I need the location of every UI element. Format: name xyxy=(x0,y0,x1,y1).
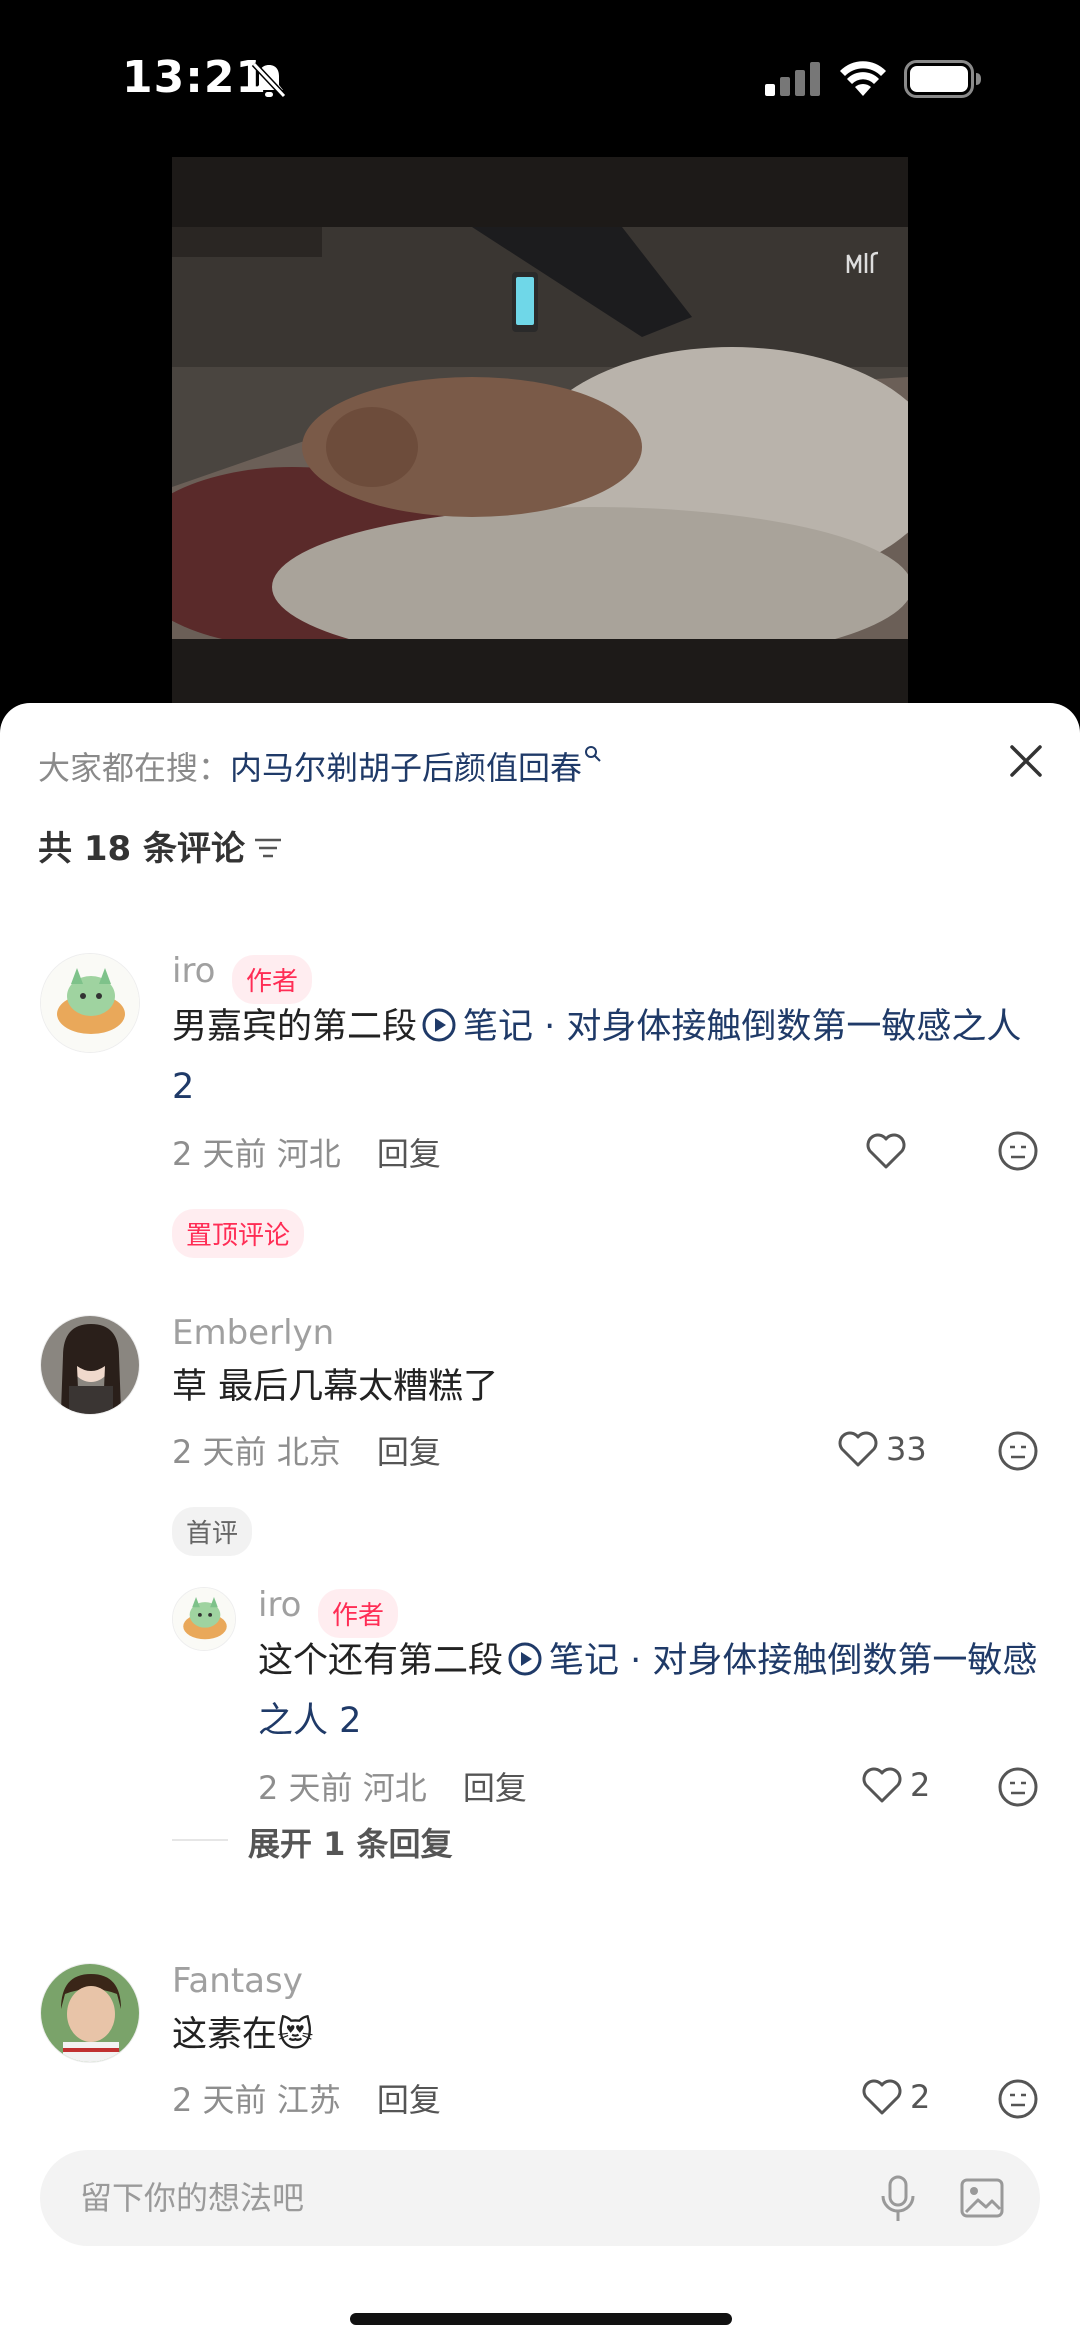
wifi-icon xyxy=(840,61,886,96)
comment-count-label: 共 18 条评论 xyxy=(38,829,245,869)
reply-username[interactable]: iro xyxy=(258,1585,301,1625)
comment-count: 共 18 条评论 xyxy=(38,821,283,870)
play-circle-icon xyxy=(508,1642,542,1676)
avatar-cartoon-icon xyxy=(41,954,139,1052)
avatar-photo xyxy=(41,1316,139,1414)
reply-location: 河北 xyxy=(362,1769,427,1807)
avatar[interactable] xyxy=(40,953,140,1053)
comment-location: 江苏 xyxy=(276,2081,341,2119)
comment-location: 河北 xyxy=(276,1135,341,1173)
video-letterbox-top xyxy=(172,157,908,227)
avatar-cartoon-icon xyxy=(173,1588,235,1650)
comment-meta: 2 天前 北京 回复 xyxy=(172,1427,441,1473)
heart-icon xyxy=(866,1133,906,1169)
search-suggestion[interactable]: 大家都在搜：内马尔剃胡子后颜值回春 xyxy=(38,743,602,789)
reply-body: 这个还有第二段 xyxy=(258,1641,504,1681)
video-letterbox-bottom xyxy=(172,639,908,705)
comment-body: 男嘉宾的第二段 xyxy=(172,1007,418,1047)
expand-replies-button[interactable]: 展开 1 条回复 xyxy=(248,1819,453,1865)
reply-time: 2 天前 xyxy=(258,1769,353,1807)
reply-button[interactable]: 回复 xyxy=(377,1135,441,1173)
like-button[interactable]: 33 xyxy=(836,1427,927,1471)
neutral-face-icon[interactable] xyxy=(996,1429,1040,1473)
heart-icon xyxy=(862,1767,902,1803)
comment-username[interactable]: Fantasy xyxy=(172,1961,303,2001)
like-button[interactable]: 2 xyxy=(860,2075,930,2119)
neutral-face-icon[interactable] xyxy=(996,1765,1040,1809)
comment-meta: 2 天前 河北 回复 xyxy=(172,1129,441,1175)
like-count: 2 xyxy=(910,1766,931,1804)
comment-text: 男嘉宾的第二段 笔记 · 对身体接触倒数第一敏感之人 2 xyxy=(172,997,1052,1117)
first-comment-tag: 首评 xyxy=(172,1507,253,1556)
close-icon[interactable] xyxy=(1004,739,1048,783)
comment-meta: 2 天前 江苏 回复 xyxy=(172,2075,441,2121)
like-button[interactable]: 2 xyxy=(860,1763,930,1807)
like-count: 33 xyxy=(886,1430,927,1468)
comment-body: 草 最后几幕太糟糕了 xyxy=(172,1367,499,1407)
heart-icon xyxy=(838,1431,878,1467)
comment-input-bar xyxy=(0,2120,1080,2347)
expand-divider xyxy=(172,1839,228,1841)
microphone-icon[interactable] xyxy=(876,2174,920,2224)
search-suggestion-term[interactable]: 内马尔剃胡子后颜值回春 xyxy=(230,749,582,787)
comments-sheet: 大家都在搜：内马尔剃胡子后颜值回春 共 18 条评论 iro 作者 男嘉宾的第二… xyxy=(0,703,1080,2347)
comment-username[interactable]: Emberlyn xyxy=(172,1313,334,1353)
video-watermark-icon xyxy=(846,251,879,273)
heart-icon xyxy=(862,2079,902,2115)
play-circle-icon xyxy=(422,1008,456,1042)
comment-username[interactable]: iro xyxy=(172,951,215,991)
like-count: 2 xyxy=(910,2078,931,2116)
reply-button[interactable]: 回复 xyxy=(463,1769,527,1807)
search-icon xyxy=(585,746,601,762)
status-bar: 13:21 xyxy=(0,0,1080,150)
reply-meta: 2 天前 河北 回复 xyxy=(258,1763,527,1809)
search-suggestion-prefix: 大家都在搜： xyxy=(38,749,231,787)
pinned-comment-tag: 置顶评论 xyxy=(172,1209,305,1258)
avatar[interactable] xyxy=(172,1587,236,1651)
home-indicator[interactable] xyxy=(350,2313,732,2325)
video-player[interactable] xyxy=(172,157,908,705)
neutral-face-icon[interactable] xyxy=(996,2077,1040,2121)
comment-time: 2 天前 xyxy=(172,2081,267,2119)
reply-text: 这个还有第二段 笔记 · 对身体接触倒数第一敏感之人 2 xyxy=(258,1631,1058,1751)
avatar-photo xyxy=(41,1964,139,2062)
comment-text: 草 最后几幕太糟糕了 xyxy=(172,1357,1052,1417)
image-icon[interactable] xyxy=(958,2174,1006,2222)
reply-button[interactable]: 回复 xyxy=(377,2081,441,2119)
comment-time: 2 天前 xyxy=(172,1135,267,1173)
battery-icon xyxy=(904,60,981,98)
comment-body: 这素在😻 xyxy=(172,2015,314,2055)
comment-input[interactable] xyxy=(80,2150,860,2246)
comment-location: 北京 xyxy=(276,1433,341,1471)
avatar[interactable] xyxy=(40,1315,140,1415)
video-thumbnail xyxy=(172,227,908,639)
sort-icon[interactable] xyxy=(253,835,283,861)
comment-time: 2 天前 xyxy=(172,1433,267,1471)
bell-slash-icon xyxy=(251,61,287,99)
status-time: 13:21 xyxy=(122,52,268,103)
comment-input-container[interactable] xyxy=(40,2150,1040,2246)
cellular-signal-icon xyxy=(765,62,820,96)
neutral-face-icon[interactable] xyxy=(996,1129,1040,1173)
like-button[interactable] xyxy=(864,1129,914,1173)
reply-button[interactable]: 回复 xyxy=(377,1433,441,1471)
avatar[interactable] xyxy=(40,1963,140,2063)
comment-text: 这素在😻 xyxy=(172,2005,1052,2065)
